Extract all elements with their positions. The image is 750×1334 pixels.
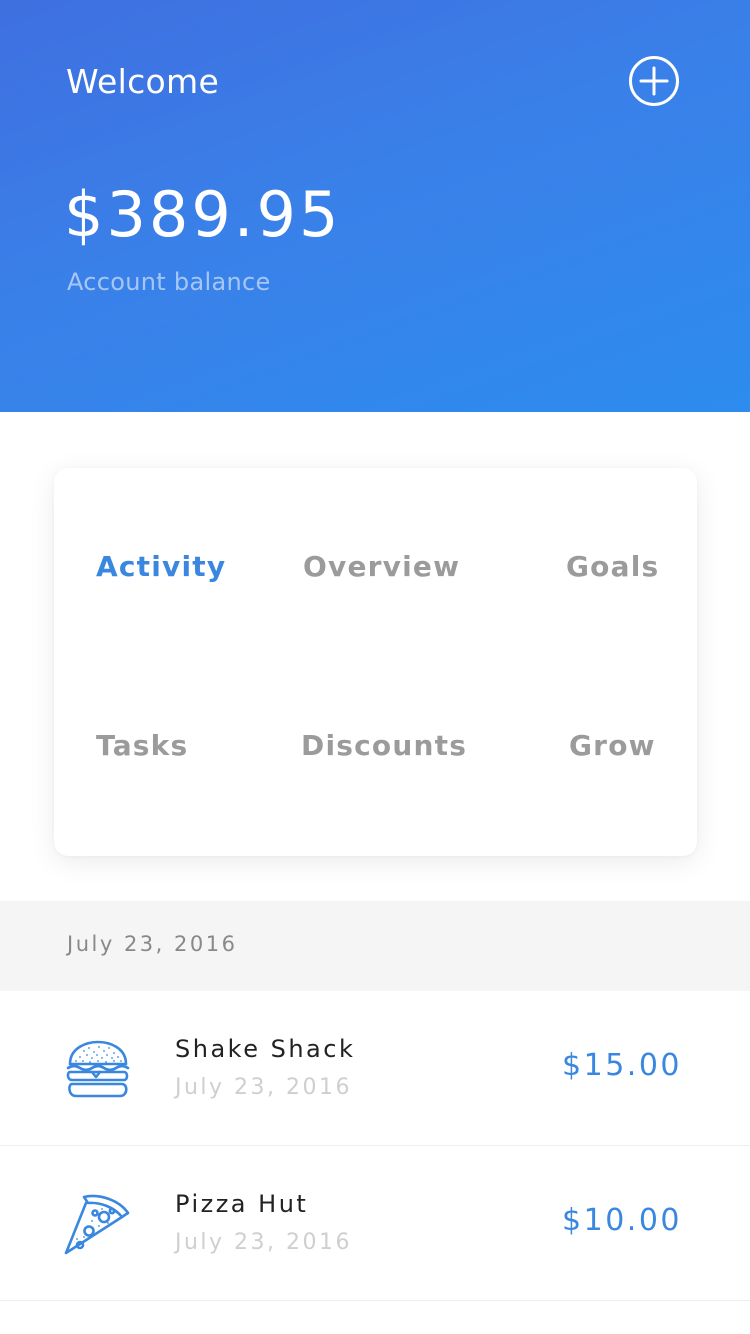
transaction-row[interactable]: Shake Shack July 23, 2016 $15.00 <box>0 991 750 1146</box>
date-section-header: July 23, 2016 <box>0 901 750 991</box>
menu-item-goals[interactable]: Goals <box>566 550 659 583</box>
menu-item-discounts[interactable]: Discounts <box>301 729 467 762</box>
account-balance-value: $389.95 <box>64 178 342 251</box>
menu-card: Activity Overview Goals Tasks Discounts … <box>54 468 697 856</box>
menu-item-tasks[interactable]: Tasks <box>96 729 188 762</box>
add-button[interactable] <box>628 55 680 107</box>
pizza-slice-icon <box>62 1189 134 1261</box>
app-screen: Welcome $389.95 Account balance Activity… <box>0 0 750 1334</box>
plus-circle-icon <box>629 56 679 106</box>
transaction-amount: $10.00 <box>562 1203 682 1238</box>
merchant-name: Shake Shack <box>175 1035 356 1063</box>
menu-item-activity[interactable]: Activity <box>96 550 226 583</box>
balance-header: Welcome $389.95 Account balance <box>0 0 750 412</box>
welcome-title: Welcome <box>66 62 220 101</box>
merchant-name: Pizza Hut <box>175 1190 309 1218</box>
section-date-label: July 23, 2016 <box>67 932 238 956</box>
transaction-date: July 23, 2016 <box>175 1075 353 1100</box>
transaction-amount: $15.00 <box>562 1048 682 1083</box>
transaction-date: July 23, 2016 <box>175 1230 353 1255</box>
account-balance-label: Account balance <box>67 268 271 296</box>
burger-icon <box>62 1034 134 1106</box>
menu-item-grow[interactable]: Grow <box>569 729 656 762</box>
menu-item-overview[interactable]: Overview <box>303 550 460 583</box>
transaction-row[interactable]: Pizza Hut July 23, 2016 $10.00 <box>0 1146 750 1301</box>
